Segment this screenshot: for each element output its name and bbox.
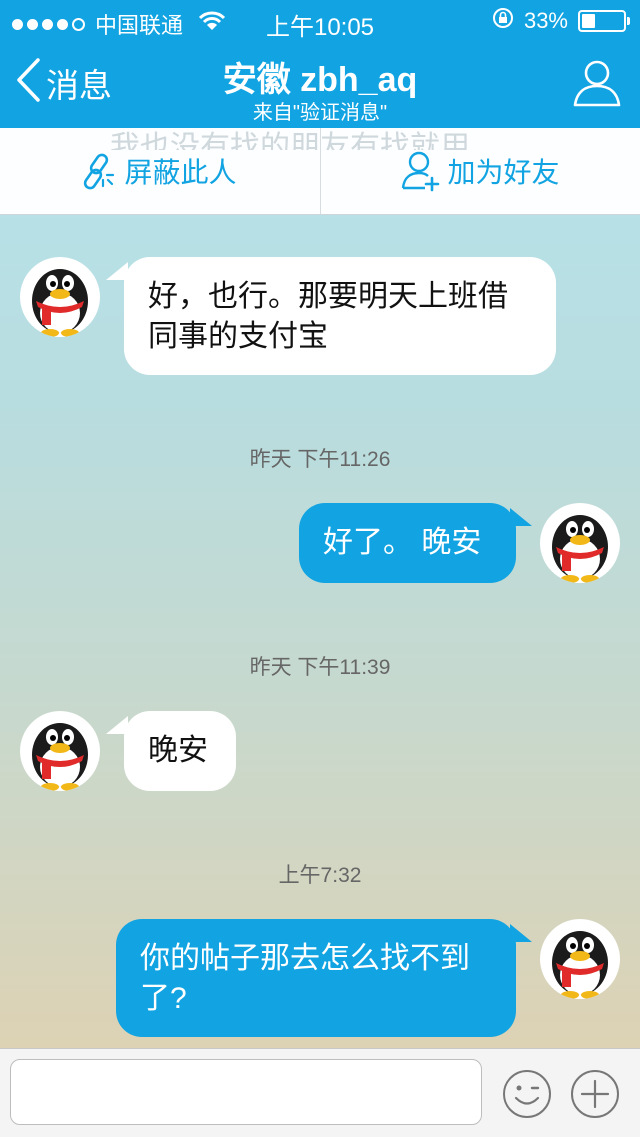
- plus-circle-icon: [571, 1070, 619, 1118]
- qq-penguin-icon: [32, 269, 88, 337]
- emoji-button[interactable]: [502, 1069, 552, 1124]
- message-text: 好了。 晚安: [323, 526, 482, 559]
- message-bubble-incoming[interactable]: 晚安: [124, 711, 236, 791]
- message-text: 好，也行。那要明天上班借: [148, 280, 508, 313]
- broken-link-icon: [82, 151, 118, 191]
- message-bubble-outgoing[interactable]: 你的帖子那去怎么找不到 了?: [116, 919, 516, 1037]
- avatar[interactable]: [540, 919, 620, 999]
- smiley-icon: [503, 1070, 551, 1118]
- rotation-lock-icon: [492, 7, 514, 35]
- add-friend-button[interactable]: 加为好友: [321, 128, 640, 214]
- status-bar: 中国联通 上午10:05 33%: [0, 0, 640, 41]
- more-button[interactable]: [570, 1069, 620, 1124]
- message-text: 同事的支付宝: [148, 320, 328, 353]
- qq-penguin-icon: [552, 931, 608, 999]
- timestamp: 昨天 下午11:26: [249, 448, 391, 471]
- message-text: 你的帖子那去怎么找不到: [140, 942, 470, 975]
- profile-button[interactable]: [572, 58, 622, 113]
- avatar[interactable]: [20, 711, 100, 791]
- qq-penguin-icon: [32, 723, 88, 791]
- add-friend-label: 加为好友: [447, 157, 560, 188]
- bubble-tail: [510, 508, 532, 526]
- message-text: 了?: [140, 982, 187, 1015]
- page-title: 安徽 zbh_aq: [222, 61, 418, 99]
- nav-header: 中国联通 上午10:05 33% 消息 安徽 zbh_aq 来自"验证消息": [0, 0, 640, 128]
- timestamp: 上午7:32: [278, 864, 362, 887]
- qq-penguin-icon: [552, 515, 608, 583]
- bubble-tail: [510, 924, 532, 942]
- person-icon: [572, 60, 622, 112]
- battery-percent: 33%: [523, 8, 568, 33]
- block-user-label: 屏蔽此人: [124, 157, 237, 188]
- avatar[interactable]: [540, 503, 620, 583]
- battery-icon: [578, 10, 630, 32]
- block-user-button[interactable]: 屏蔽此人: [0, 128, 319, 214]
- message-input[interactable]: [10, 1059, 482, 1125]
- avatar[interactable]: [20, 257, 100, 337]
- input-bar: [0, 1048, 640, 1137]
- message-bubble-outgoing[interactable]: 好了。 晚安: [299, 503, 516, 583]
- message-text: 晚安: [148, 734, 208, 767]
- add-person-icon: [401, 150, 441, 192]
- action-bar: 我也没有找的朋友有找就用 屏蔽此人 加为好友: [0, 128, 640, 215]
- page-subtitle: 来自"验证消息": [252, 102, 388, 124]
- timestamp: 昨天 下午11:39: [249, 656, 391, 679]
- message-bubble-incoming[interactable]: 好，也行。那要明天上班借 同事的支付宝: [124, 257, 556, 375]
